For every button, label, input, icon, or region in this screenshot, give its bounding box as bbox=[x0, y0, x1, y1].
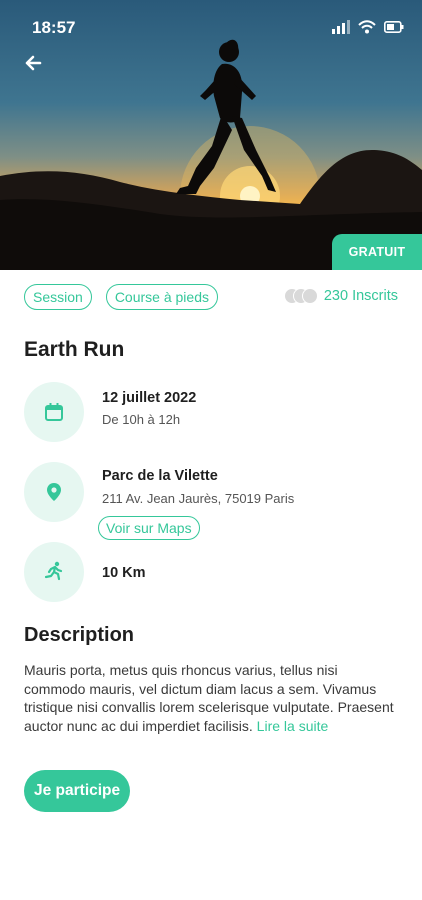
participate-button[interactable]: Je participe bbox=[24, 770, 131, 812]
location-pin-icon bbox=[47, 483, 61, 501]
tag-course-a-pieds[interactable]: Course à pieds bbox=[105, 284, 218, 310]
participant-avatars bbox=[283, 288, 318, 304]
signal-icon bbox=[332, 20, 350, 34]
date-icon-circle bbox=[24, 382, 84, 442]
description-body: Mauris porta, metus quis rhoncus varius,… bbox=[24, 661, 398, 735]
status-time: 18:57 bbox=[32, 18, 76, 37]
tag-session[interactable]: Session bbox=[24, 284, 92, 310]
back-button[interactable] bbox=[18, 48, 50, 80]
distance-icon-circle bbox=[24, 542, 84, 602]
tag-list: Session Course à pieds bbox=[24, 284, 218, 310]
arrow-left-icon bbox=[25, 55, 42, 71]
price-badge: GRATUIT bbox=[332, 234, 422, 270]
event-date: 12 juillet 2022 bbox=[102, 390, 197, 406]
read-more-link[interactable]: Lire la suite bbox=[257, 718, 329, 734]
place-address: 211 Av. Jean Jaurès, 75019 Paris bbox=[102, 491, 295, 506]
event-distance: 10 Km bbox=[102, 565, 146, 581]
location-icon-circle bbox=[24, 462, 84, 522]
wifi-icon bbox=[358, 20, 376, 34]
running-icon bbox=[44, 561, 63, 581]
participants-count[interactable]: 230 Inscrits bbox=[283, 288, 398, 304]
event-hours: De 10h à 12h bbox=[102, 412, 181, 427]
participants-label: 230 Inscrits bbox=[323, 288, 398, 304]
status-bar: 18:57 bbox=[0, 0, 422, 56]
description-text: Mauris porta, metus quis rhoncus varius,… bbox=[24, 662, 394, 734]
avatar bbox=[301, 288, 318, 304]
event-title: Earth Run bbox=[24, 338, 125, 361]
status-icons bbox=[332, 20, 404, 34]
calendar-icon bbox=[45, 403, 63, 421]
description-heading: Description bbox=[24, 624, 135, 646]
battery-icon bbox=[384, 21, 404, 33]
view-on-maps-button[interactable]: Voir sur Maps bbox=[98, 516, 200, 540]
place-name: Parc de la Vilette bbox=[102, 468, 218, 484]
hero-image: 18:57 GRATUIT bbox=[0, 0, 422, 270]
